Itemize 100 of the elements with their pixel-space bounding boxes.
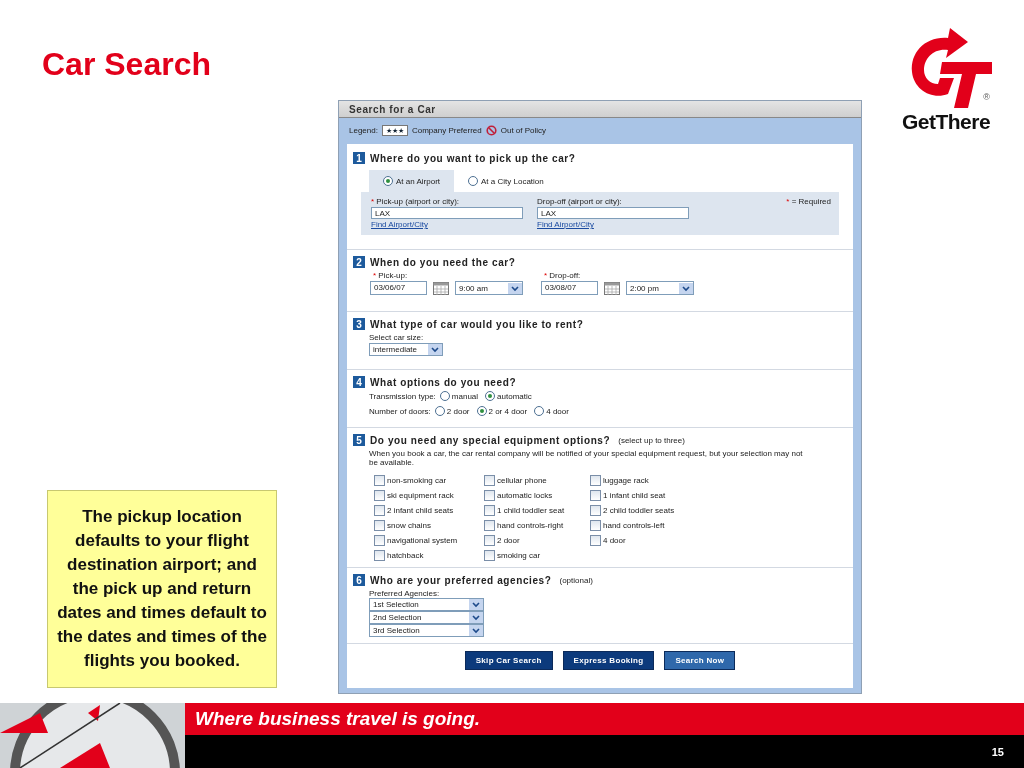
checkbox[interactable] — [590, 475, 601, 486]
checkbox[interactable] — [484, 520, 495, 531]
find-link[interactable]: Find Airport/City — [537, 220, 689, 229]
slide-tagline: Where business travel is going. — [195, 708, 481, 730]
checkbox-label: navigational system — [387, 536, 458, 545]
step-number: 2 — [353, 256, 365, 268]
checkbox[interactable] — [374, 520, 385, 531]
checkbox-label: 2 infant child seats — [387, 506, 454, 515]
checkbox[interactable] — [484, 505, 495, 516]
checkbox-label: 1 child toddler seat — [497, 506, 565, 515]
legend-text: Out of Policy — [500, 125, 547, 135]
checkbox-label: 2 door — [497, 536, 520, 545]
calendar-icon[interactable] — [604, 281, 620, 295]
agency-select[interactable]: 2nd Selection — [369, 611, 484, 624]
location-field[interactable]: LAX — [371, 207, 523, 219]
caret-icon — [679, 282, 693, 294]
required-note: * = Required — [786, 197, 831, 208]
section-hint: (optional) — [559, 575, 593, 585]
checkbox[interactable] — [590, 535, 601, 546]
action-button[interactable]: Express Booking — [562, 651, 655, 670]
date-field[interactable]: 03/08/07 — [541, 281, 598, 295]
checkbox[interactable] — [374, 490, 385, 501]
search-button[interactable]: Search Now — [664, 651, 736, 670]
location-tab[interactable]: At a City Location — [454, 170, 558, 192]
caret-icon — [469, 599, 483, 610]
field-label: Select car size: — [369, 333, 425, 342]
step-number: 1 — [353, 152, 365, 164]
option-label: Number of doors: — [369, 406, 431, 416]
find-link[interactable]: Find Airport/City — [371, 220, 523, 229]
checkbox-label: hatchback — [387, 551, 424, 560]
option-label: Transmission type: — [369, 391, 436, 401]
panel-title: Search for a Car — [349, 103, 436, 115]
checkbox-label: automatic locks — [497, 491, 553, 500]
time-select[interactable]: 2:00 pm — [626, 281, 694, 295]
agency-select[interactable]: 1st Selection — [369, 598, 484, 611]
radio-button[interactable] — [476, 406, 487, 416]
legend-text: Company Preferred — [411, 125, 482, 135]
agency-select[interactable]: 3rd Selection — [369, 624, 484, 637]
time-select[interactable]: 9:00 am — [455, 281, 523, 295]
section-question: When do you need the car? — [370, 256, 516, 268]
step-number: 5 — [353, 434, 365, 446]
car-size-select[interactable]: intermediate — [369, 343, 443, 356]
section-question: What options do you need? — [370, 376, 517, 388]
section-hint: (select up to three) — [618, 435, 685, 445]
note-text: The pickup location defaults to your flight destination airport; and the pick up and return dates and times default to the dates and times of the flights you booked. — [47, 490, 277, 688]
caret-icon — [469, 612, 483, 623]
checkbox-label: cellular phone — [497, 476, 547, 485]
step-number: 4 — [353, 376, 365, 388]
field-label: Preferred Agencies: — [369, 589, 441, 598]
logo-text: GetThere — [901, 110, 991, 134]
field-label: * Pick-up (airport or city): — [371, 197, 461, 206]
step-number: 6 — [353, 574, 365, 586]
slide-title: Car Search — [42, 46, 211, 83]
section-question: Do you need any special equipment options? — [370, 434, 611, 446]
section-question: Where do you want to pick up the car? — [370, 152, 576, 164]
option-text: 2 door — [446, 406, 470, 416]
option-text: manual — [451, 391, 479, 401]
checkbox[interactable] — [374, 550, 385, 561]
checkbox[interactable] — [484, 550, 495, 561]
checkbox[interactable] — [484, 475, 495, 486]
field-label: * Drop-off: — [543, 271, 582, 280]
checkbox[interactable] — [590, 490, 601, 501]
calendar-icon[interactable] — [433, 281, 449, 295]
page-number: 15 — [991, 745, 1004, 758]
checkbox-label: luggage rack — [603, 476, 649, 485]
checkbox[interactable] — [590, 520, 601, 531]
location-field[interactable]: LAX — [537, 207, 689, 219]
checkbox-label: hand controls-right — [497, 521, 564, 530]
checkbox-label: 4 door — [603, 536, 626, 545]
option-text: 2 or 4 door — [488, 406, 528, 416]
checkbox[interactable] — [374, 505, 385, 516]
radio-button[interactable] — [439, 391, 450, 401]
checkbox[interactable] — [374, 535, 385, 546]
checkbox-label: non-smoking car — [387, 476, 447, 485]
checkbox[interactable] — [484, 490, 495, 501]
field-label: * Pick-up: — [372, 271, 409, 280]
checkbox-label: ski equipment rack — [387, 491, 454, 500]
checkbox-label: snow chains — [387, 521, 432, 530]
checkbox[interactable] — [374, 475, 385, 486]
radio-button[interactable] — [434, 406, 445, 416]
location-tab[interactable]: At an Airport — [369, 170, 455, 192]
checkbox[interactable] — [484, 535, 495, 546]
no-entry-icon — [485, 124, 497, 136]
option-text: 4 door — [546, 406, 569, 416]
caret-icon — [428, 344, 442, 355]
action-button[interactable]: Skip Car Search — [464, 651, 553, 670]
section-question: Who are your preferred agencies? — [370, 574, 552, 586]
date-field[interactable]: 03/06/07 — [370, 281, 427, 295]
field-label: Drop-off (airport or city): — [537, 197, 623, 206]
checkbox-label: 2 child toddler seats — [603, 506, 675, 515]
radio-button[interactable] — [485, 391, 496, 401]
checkbox-label: smoking car — [497, 551, 541, 560]
option-text: automatic — [497, 391, 532, 401]
legend-label: Legend: — [349, 125, 378, 135]
checkbox[interactable] — [590, 505, 601, 516]
checkbox-label: 1 infant child seat — [603, 491, 666, 500]
step-number: 3 — [353, 318, 365, 330]
radio-button[interactable] — [534, 406, 545, 416]
checkbox-label: hand controls-left — [603, 521, 665, 530]
caret-icon — [508, 282, 522, 294]
